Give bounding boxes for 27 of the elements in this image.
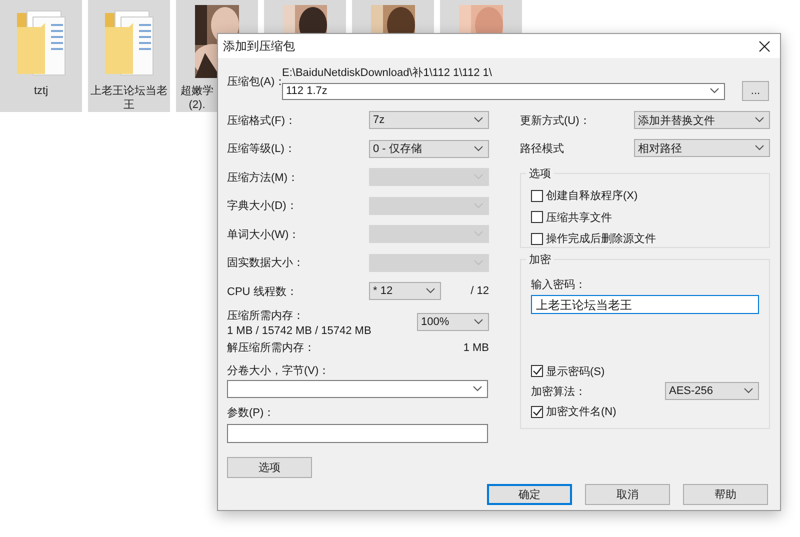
field-label: 压缩所需内存： bbox=[227, 308, 305, 322]
field-label: 路径模式 bbox=[520, 142, 564, 156]
field-label: 字典大小(D)： bbox=[227, 198, 298, 214]
group-title: 选项 bbox=[529, 168, 551, 180]
window-title: 添加到压缩包 bbox=[223, 38, 295, 54]
memory-value: 1 MB bbox=[463, 342, 489, 354]
field-label: CPU 线程数： bbox=[227, 284, 298, 299]
archive-path: E:\BaiduNetdiskDownload\补1\112 1\112 1\ bbox=[282, 67, 492, 79]
field-label: 加密算法： bbox=[531, 384, 586, 399]
file-name: 上老王论坛当老 bbox=[90, 84, 168, 98]
field-label: 压缩方法(M)： bbox=[227, 170, 298, 185]
file-name: tztj bbox=[32, 84, 50, 98]
file-name: (2). bbox=[188, 98, 206, 112]
field-label: 单词大小(W)： bbox=[227, 228, 300, 242]
memory-usage: 1 MB / 15742 MB / 15742 MB bbox=[227, 324, 372, 336]
field-label: 输入密码： bbox=[531, 279, 586, 291]
file-name: 王 bbox=[122, 98, 136, 112]
field-label: 固实数据大小： bbox=[227, 256, 304, 270]
field-label: 更新方式(U)： bbox=[520, 114, 590, 128]
field-label: 参数(P)： bbox=[227, 406, 275, 418]
field-label: 压缩格式(F)： bbox=[227, 114, 296, 128]
field-label: 解压缩所需内存： bbox=[227, 340, 315, 355]
file-name: 超嫩学 bbox=[180, 84, 214, 98]
thread-count: / 12 bbox=[470, 285, 489, 298]
group-title: 加密 bbox=[529, 254, 551, 266]
field-label: 压缩等级(L)： bbox=[227, 142, 296, 156]
field-label: 分卷大小，字节(V)： bbox=[227, 364, 330, 376]
